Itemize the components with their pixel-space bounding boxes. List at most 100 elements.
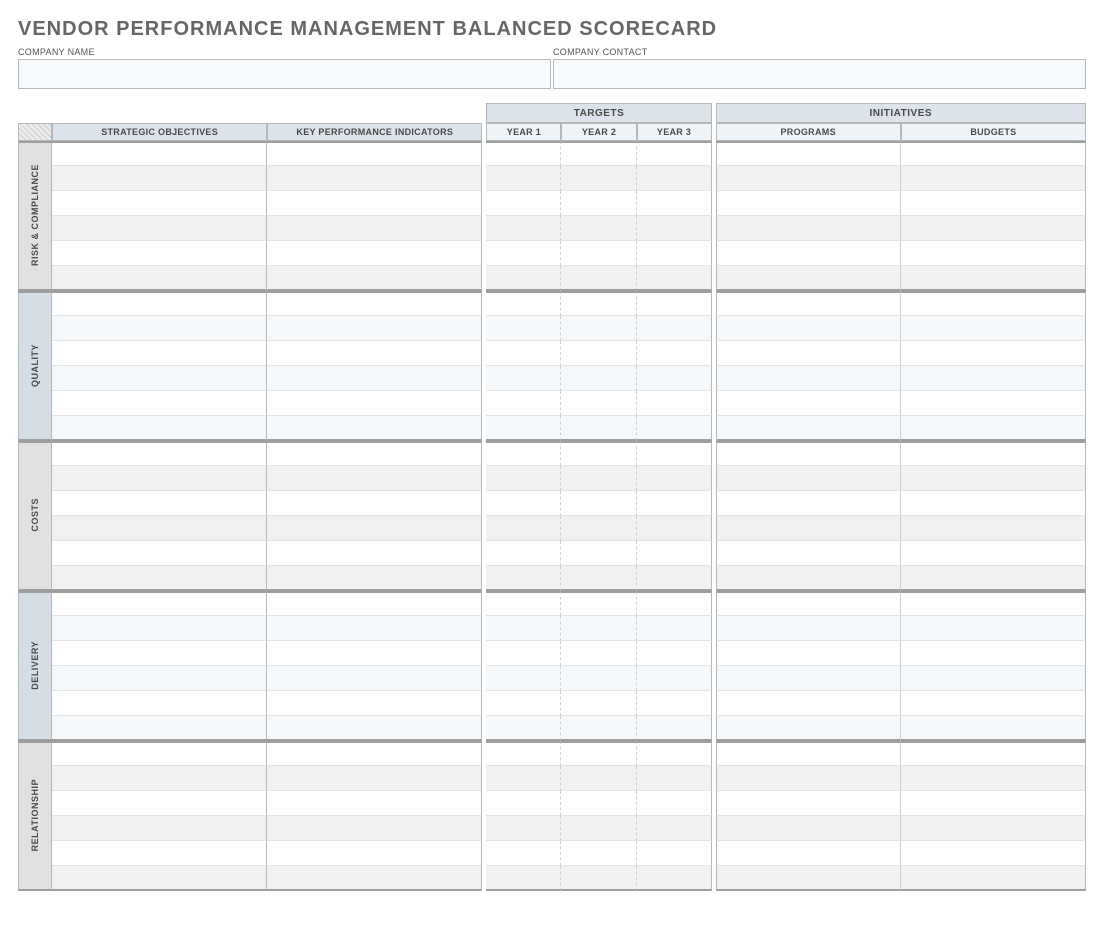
data-cell[interactable] [901, 216, 1086, 241]
data-cell[interactable] [267, 616, 482, 641]
data-cell[interactable] [52, 841, 267, 866]
data-cell[interactable] [561, 141, 636, 166]
data-cell[interactable] [267, 191, 482, 216]
data-cell[interactable] [901, 791, 1086, 816]
data-cell[interactable] [901, 641, 1086, 666]
data-cell[interactable] [486, 541, 561, 566]
data-cell[interactable] [267, 366, 482, 391]
data-cell[interactable] [486, 141, 561, 166]
data-cell[interactable] [716, 541, 901, 566]
data-cell[interactable] [267, 741, 482, 766]
data-cell[interactable] [267, 541, 482, 566]
data-cell[interactable] [52, 541, 267, 566]
data-cell[interactable] [486, 591, 561, 616]
data-cell[interactable] [267, 791, 482, 816]
data-cell[interactable] [716, 566, 901, 591]
data-cell[interactable] [716, 866, 901, 891]
data-cell[interactable] [52, 866, 267, 891]
data-cell[interactable] [267, 291, 482, 316]
data-cell[interactable] [267, 166, 482, 191]
data-cell[interactable] [486, 491, 561, 516]
data-cell[interactable] [901, 516, 1086, 541]
data-cell[interactable] [637, 641, 712, 666]
data-cell[interactable] [267, 266, 482, 291]
data-cell[interactable] [561, 816, 636, 841]
data-cell[interactable] [716, 141, 901, 166]
data-cell[interactable] [716, 441, 901, 466]
data-cell[interactable] [901, 366, 1086, 391]
data-cell[interactable] [52, 616, 267, 641]
data-cell[interactable] [901, 541, 1086, 566]
data-cell[interactable] [52, 666, 267, 691]
data-cell[interactable] [561, 341, 636, 366]
data-cell[interactable] [901, 166, 1086, 191]
data-cell[interactable] [561, 216, 636, 241]
data-cell[interactable] [901, 691, 1086, 716]
data-cell[interactable] [486, 791, 561, 816]
data-cell[interactable] [52, 391, 267, 416]
data-cell[interactable] [901, 741, 1086, 766]
company-contact-input[interactable] [553, 59, 1086, 89]
data-cell[interactable] [52, 416, 267, 441]
data-cell[interactable] [561, 791, 636, 816]
data-cell[interactable] [637, 666, 712, 691]
data-cell[interactable] [716, 666, 901, 691]
data-cell[interactable] [267, 341, 482, 366]
data-cell[interactable] [637, 191, 712, 216]
data-cell[interactable] [267, 216, 482, 241]
data-cell[interactable] [637, 866, 712, 891]
data-cell[interactable] [486, 216, 561, 241]
data-cell[interactable] [52, 166, 267, 191]
company-name-input[interactable] [18, 59, 551, 89]
data-cell[interactable] [901, 316, 1086, 341]
data-cell[interactable] [52, 591, 267, 616]
data-cell[interactable] [901, 566, 1086, 591]
data-cell[interactable] [901, 866, 1086, 891]
data-cell[interactable] [52, 641, 267, 666]
data-cell[interactable] [716, 466, 901, 491]
data-cell[interactable] [52, 516, 267, 541]
data-cell[interactable] [561, 691, 636, 716]
data-cell[interactable] [561, 316, 636, 341]
data-cell[interactable] [267, 441, 482, 466]
data-cell[interactable] [267, 766, 482, 791]
data-cell[interactable] [486, 641, 561, 666]
data-cell[interactable] [267, 316, 482, 341]
data-cell[interactable] [52, 366, 267, 391]
data-cell[interactable] [901, 391, 1086, 416]
data-cell[interactable] [52, 716, 267, 741]
data-cell[interactable] [561, 391, 636, 416]
data-cell[interactable] [716, 241, 901, 266]
data-cell[interactable] [637, 841, 712, 866]
data-cell[interactable] [901, 241, 1086, 266]
data-cell[interactable] [267, 641, 482, 666]
data-cell[interactable] [637, 266, 712, 291]
data-cell[interactable] [561, 591, 636, 616]
data-cell[interactable] [716, 516, 901, 541]
data-cell[interactable] [561, 266, 636, 291]
data-cell[interactable] [716, 691, 901, 716]
data-cell[interactable] [267, 866, 482, 891]
data-cell[interactable] [561, 366, 636, 391]
data-cell[interactable] [637, 466, 712, 491]
data-cell[interactable] [716, 766, 901, 791]
data-cell[interactable] [637, 591, 712, 616]
data-cell[interactable] [637, 541, 712, 566]
data-cell[interactable] [267, 391, 482, 416]
data-cell[interactable] [901, 716, 1086, 741]
data-cell[interactable] [561, 191, 636, 216]
data-cell[interactable] [52, 816, 267, 841]
data-cell[interactable] [486, 841, 561, 866]
data-cell[interactable] [716, 366, 901, 391]
data-cell[interactable] [637, 516, 712, 541]
data-cell[interactable] [637, 816, 712, 841]
data-cell[interactable] [637, 141, 712, 166]
data-cell[interactable] [716, 166, 901, 191]
data-cell[interactable] [486, 316, 561, 341]
data-cell[interactable] [716, 716, 901, 741]
data-cell[interactable] [716, 791, 901, 816]
data-cell[interactable] [267, 666, 482, 691]
data-cell[interactable] [486, 666, 561, 691]
data-cell[interactable] [561, 866, 636, 891]
data-cell[interactable] [561, 416, 636, 441]
